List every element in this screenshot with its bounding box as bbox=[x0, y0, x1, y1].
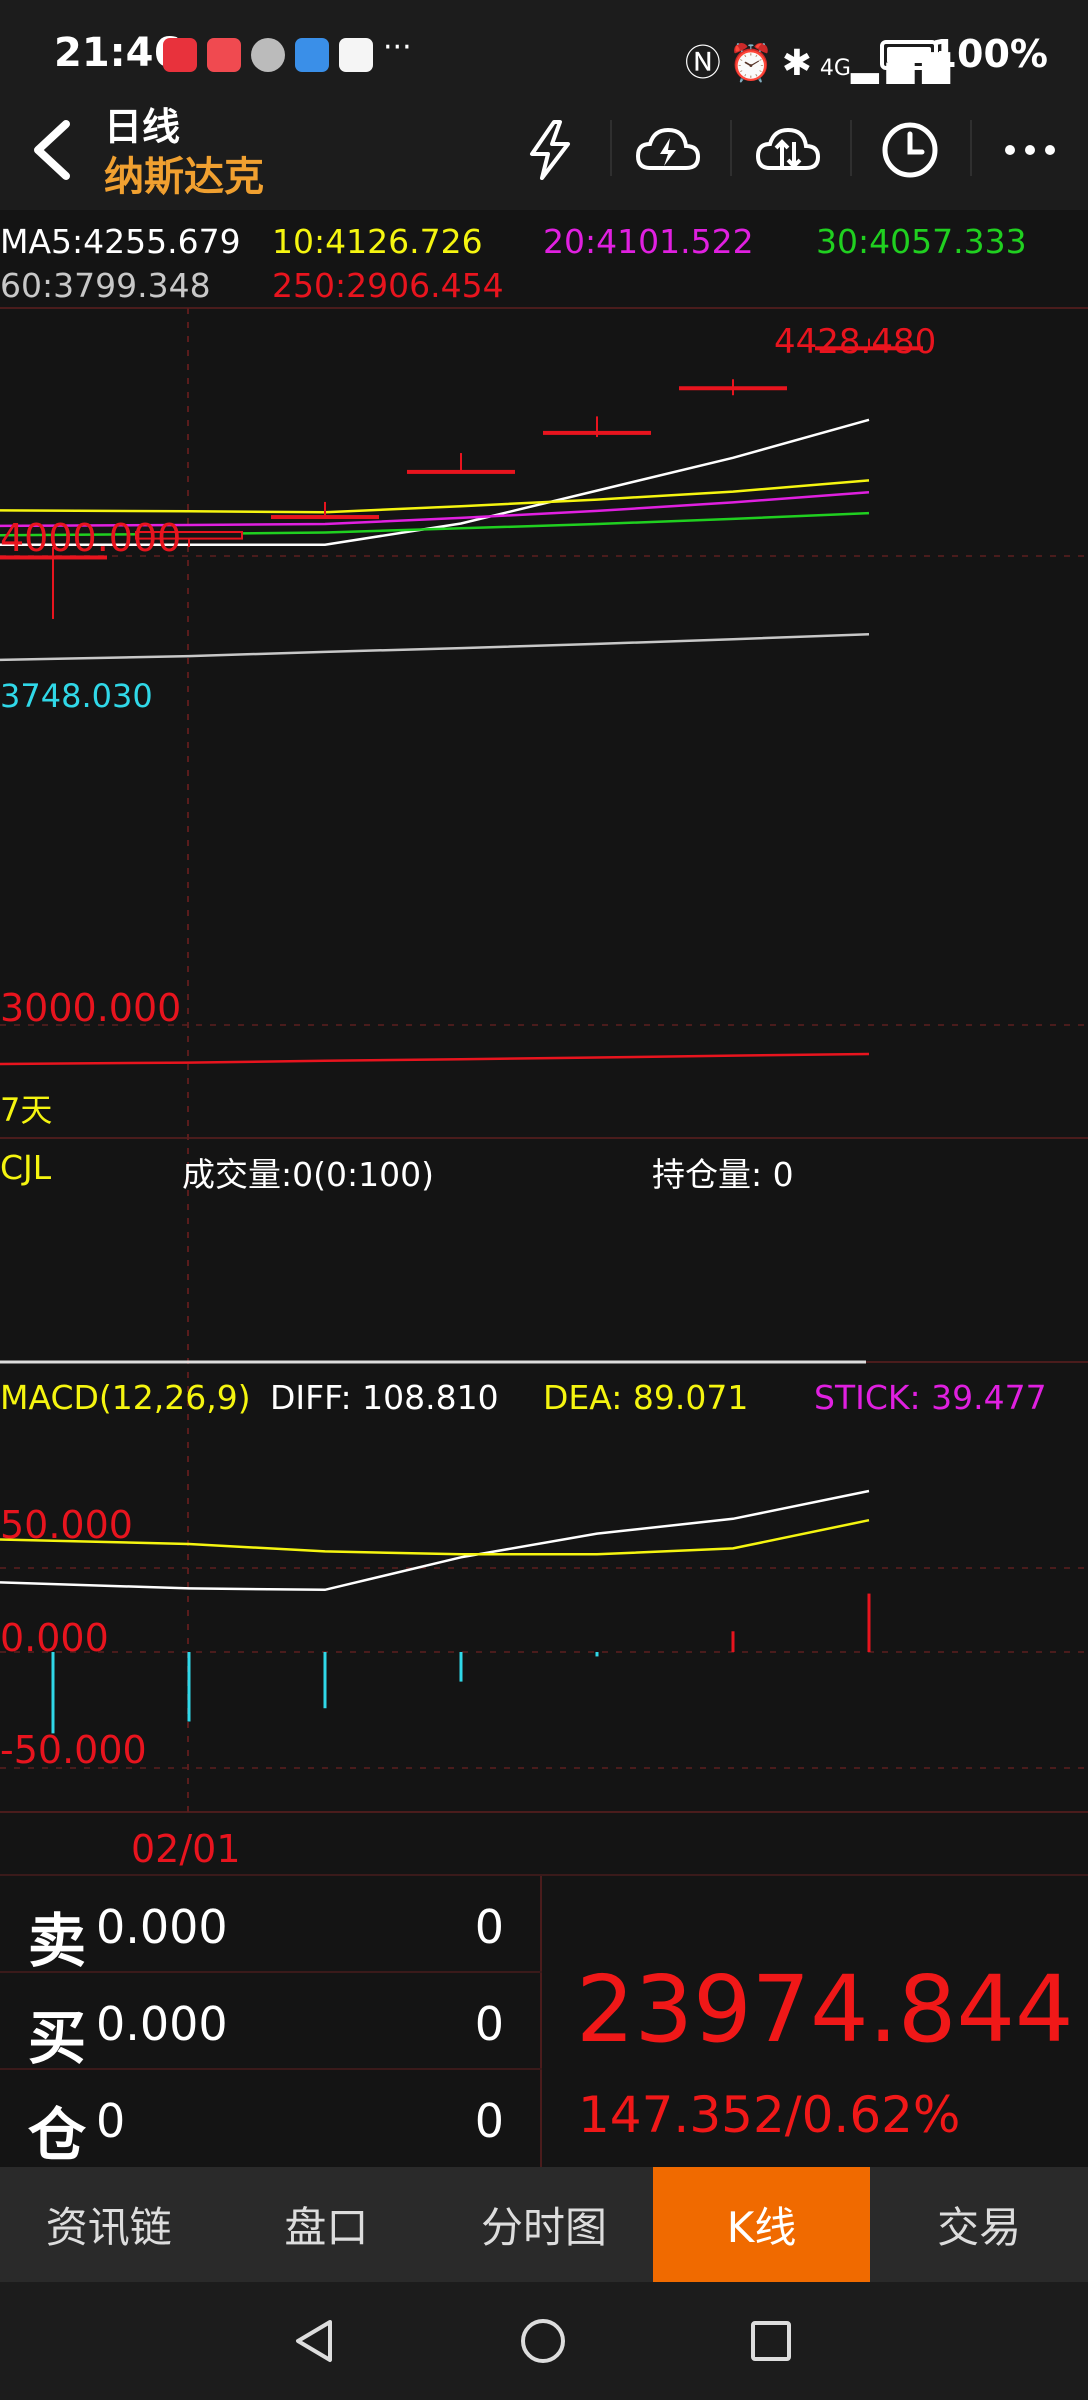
ma-line-ma60 bbox=[0, 633, 870, 662]
page-title: 日线 bbox=[104, 105, 181, 149]
circle-home-icon bbox=[521, 2319, 565, 2363]
buy-row: 买 0.000 0 bbox=[0, 1973, 542, 2072]
title-bar: 日线 纳斯达克 bbox=[0, 90, 1088, 210]
square-recents-icon bbox=[751, 2321, 791, 2361]
candle-body bbox=[407, 469, 515, 474]
position-row: 仓 0 0 bbox=[0, 2070, 542, 2169]
last-price: 23974.844 bbox=[576, 1956, 1074, 2063]
cjl-label: CJL bbox=[0, 1148, 52, 1187]
position-volume: 0 bbox=[474, 2094, 504, 2148]
buy-volume: 0 bbox=[474, 1997, 504, 2051]
macd-axis-0: 0.000 bbox=[0, 1616, 109, 1660]
open-interest-text: 持仓量: 0 bbox=[652, 1155, 794, 1194]
macd-dea: DEA: 89.071 bbox=[543, 1378, 749, 1417]
quote-panel: 卖 0.000 0 买 0.000 0 仓 0 0 23974.844 147.… bbox=[0, 1874, 1088, 2169]
back-arrow-icon bbox=[34, 120, 70, 180]
macd-axis-neg50: -50.000 bbox=[0, 1728, 147, 1772]
macd-axis-50: 50.000 bbox=[0, 1503, 133, 1547]
alarm-icon: ⏰ bbox=[728, 43, 782, 84]
sell-volume: 0 bbox=[474, 1900, 504, 1954]
lightning-icon bbox=[530, 120, 570, 180]
nav-recents-button[interactable] bbox=[746, 2316, 796, 2366]
low-price-label: 3748.030 bbox=[0, 677, 153, 715]
tab-kline[interactable]: K线 bbox=[652, 2167, 871, 2282]
more-notifications-icon: ··· bbox=[383, 30, 412, 65]
tab-intraday[interactable]: 分时图 bbox=[435, 2167, 653, 2282]
volume-text: 成交量:0(0:100) bbox=[182, 1155, 434, 1194]
shopping-notification-icon bbox=[207, 38, 241, 72]
bluetooth-icon: ✱ bbox=[781, 43, 820, 84]
tab-order-book[interactable]: 盘口 bbox=[218, 2167, 436, 2282]
macd-stick: STICK: 39.477 bbox=[814, 1378, 1047, 1417]
buy-label: 买 bbox=[28, 2004, 87, 2072]
more-menu-button[interactable] bbox=[994, 114, 1066, 186]
position-value: 0 bbox=[96, 2094, 126, 2148]
macd-diff: DIFF: 108.810 bbox=[270, 1378, 499, 1417]
nfc-icon: Ⓝ bbox=[684, 43, 729, 84]
flash-button[interactable] bbox=[514, 114, 586, 186]
clock-icon bbox=[882, 122, 938, 178]
sell-price: 0.000 bbox=[96, 1900, 228, 1954]
nav-home-button[interactable] bbox=[518, 2316, 568, 2366]
instrument-name: 纳斯达克 bbox=[104, 154, 264, 200]
battery-percent: 100% bbox=[930, 32, 1048, 76]
status-bar: 21:46 ··· Ⓝ⏰✱4G▂▄▆ 100% bbox=[0, 0, 1088, 90]
app-notification-icon bbox=[163, 38, 197, 72]
ma-line-ma10 bbox=[0, 479, 870, 514]
macd-label: MACD(12,26,9) bbox=[0, 1378, 251, 1417]
high-price-label: 4428.480 bbox=[774, 322, 937, 362]
candle-body bbox=[543, 430, 651, 435]
tab-trade[interactable]: 交易 bbox=[870, 2167, 1088, 2282]
more-dots-icon bbox=[1005, 145, 1055, 155]
map-notification-icon bbox=[295, 38, 329, 72]
history-button[interactable] bbox=[874, 114, 946, 186]
candle-body bbox=[271, 515, 379, 520]
candle-body bbox=[679, 386, 787, 391]
location-notification-icon bbox=[339, 38, 373, 72]
buy-price: 0.000 bbox=[96, 1997, 228, 2051]
date-label: 02/01 bbox=[131, 1827, 241, 1871]
tab-news-chain[interactable]: 资讯链 bbox=[0, 2167, 218, 2282]
battery-icon bbox=[880, 40, 944, 70]
back-button[interactable] bbox=[22, 118, 86, 182]
cloud-lightning-icon bbox=[635, 127, 701, 170]
triangle-back-icon bbox=[296, 2320, 332, 2362]
cloud-updown-icon bbox=[755, 127, 821, 170]
kline-chart[interactable] bbox=[0, 208, 1088, 1873]
period-label: 7天 bbox=[0, 1091, 53, 1129]
bottom-tab-bar: 资讯链 盘口 分时图 K线 交易 bbox=[0, 2167, 1088, 2282]
cloud-sync-button[interactable] bbox=[632, 114, 704, 186]
order-book: 卖 0.000 0 买 0.000 0 仓 0 0 bbox=[0, 1876, 542, 2169]
cloud-transfer-button[interactable] bbox=[752, 114, 824, 186]
sell-row: 卖 0.000 0 bbox=[0, 1876, 542, 1975]
sell-label: 卖 bbox=[28, 1907, 87, 1975]
position-label: 仓 bbox=[28, 2101, 87, 2169]
price-level-4000: 4000.000 bbox=[0, 516, 182, 560]
nav-back-button[interactable] bbox=[290, 2316, 340, 2366]
notification-icons: ··· bbox=[163, 30, 412, 72]
price-level-3000: 3000.000 bbox=[0, 986, 182, 1030]
price-change: 147.352/0.62% bbox=[578, 2086, 961, 2144]
news-notification-icon bbox=[251, 38, 285, 72]
system-nav-bar bbox=[0, 2282, 1088, 2400]
network-type: 4G bbox=[819, 56, 851, 81]
ma-line-ma250 bbox=[0, 1052, 870, 1066]
